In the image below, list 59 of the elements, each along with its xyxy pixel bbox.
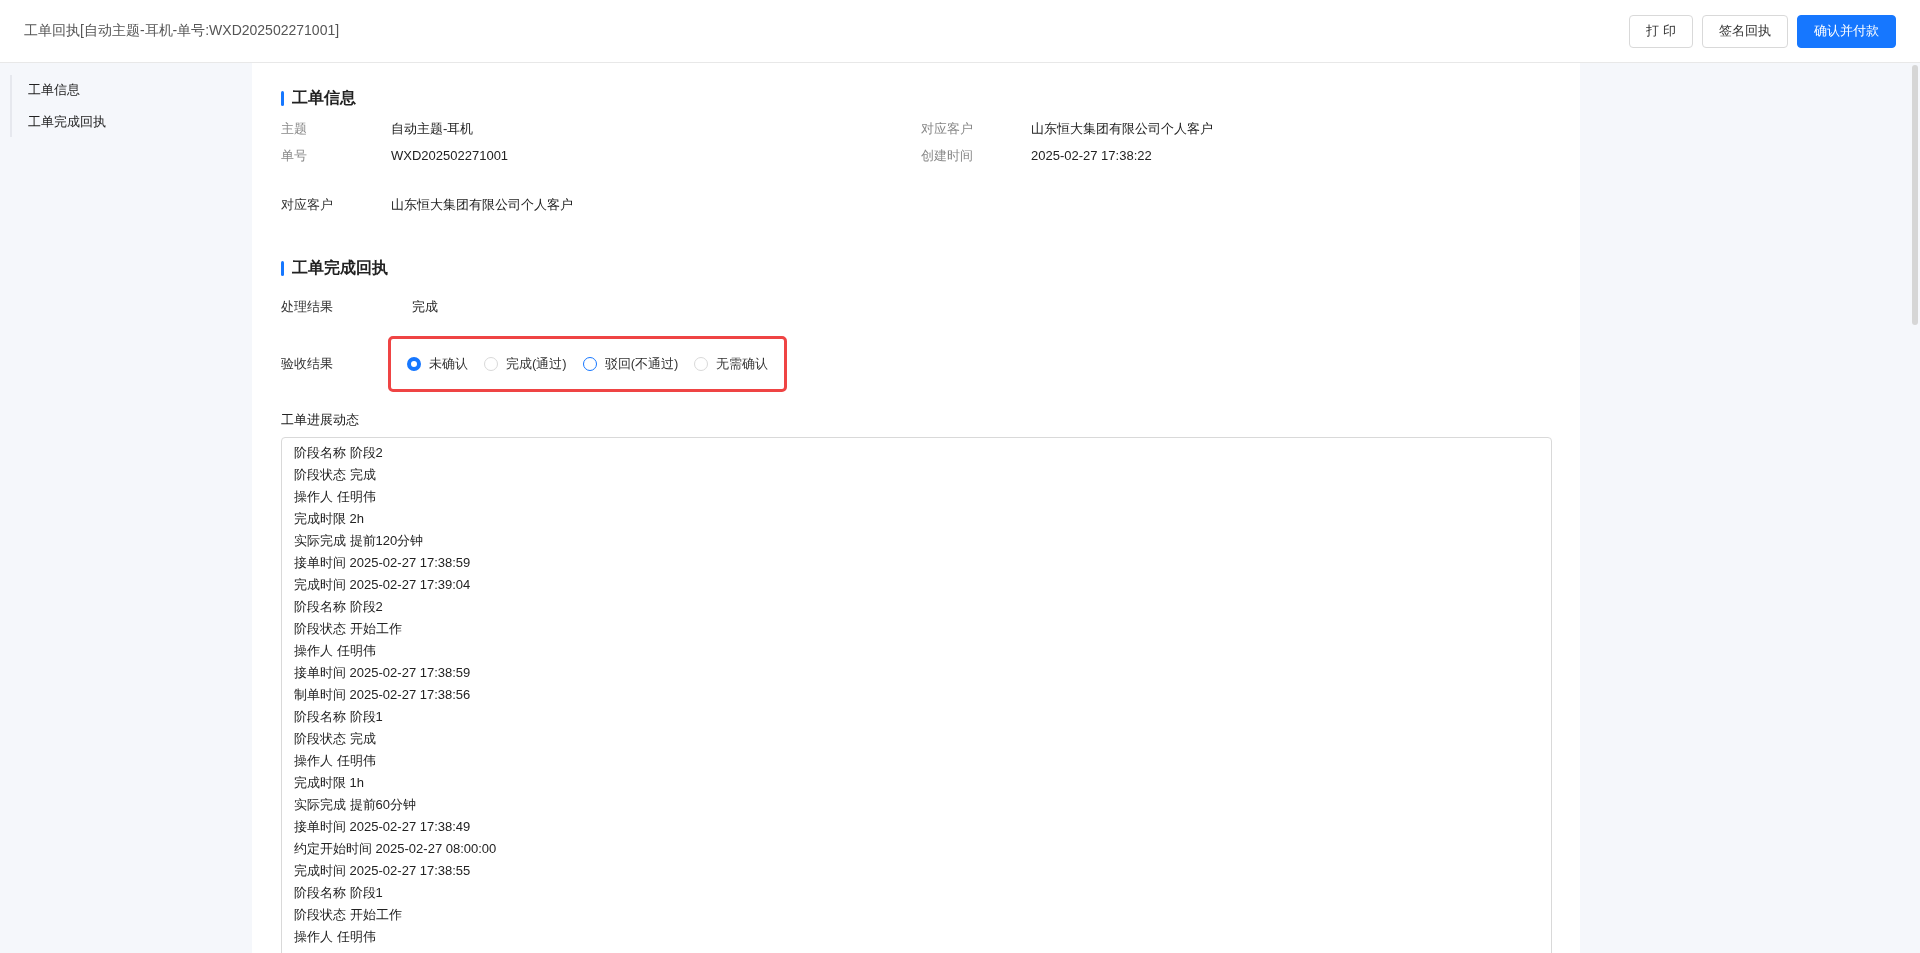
field-label: 创建时间 (921, 147, 974, 165)
field-label: 处理结果 (281, 298, 334, 316)
log-line: 约定开始时间 2025-02-27 08:00:00 (294, 840, 498, 858)
field-value: 山东恒大集团有限公司个人客户 (391, 196, 573, 214)
radio-icon[interactable] (582, 357, 597, 371)
action-button[interactable]: 签名回执 (1702, 14, 1788, 48)
log-line: 实际完成 提前120分钟 (294, 532, 425, 550)
log-line: 实际完成 提前60分钟 (294, 796, 418, 814)
field-value: 完成 (412, 298, 438, 316)
field-label: 验收结果 (281, 355, 334, 373)
log-line: 操作人 任明伟 (294, 928, 377, 946)
field-label: 对应客户 (281, 196, 334, 214)
log-line: 接单时间 2025-02-27 17:38:59 (294, 664, 472, 682)
field-label: 主题 (281, 120, 308, 138)
scrollbar[interactable] (1912, 65, 1918, 325)
radio-option[interactable]: 完成(通过) (484, 355, 567, 373)
log-line: 操作人 任明伟 (294, 488, 377, 506)
section-marker (281, 90, 284, 106)
section-title: 工单完成回执 (281, 256, 1552, 280)
sidebar-link[interactable]: 工单信息 (28, 79, 252, 101)
progress-log-field[interactable] (281, 437, 1552, 953)
field-value: 2025-02-27 17:38:22 (1031, 147, 1153, 165)
log-line: 阶段名称 阶段1 (294, 708, 384, 726)
log-line: 接单时间 2025-02-27 17:38:59 (294, 554, 472, 572)
radio-label: 驳回(不通过) (604, 355, 679, 373)
log-line: 阶段名称 阶段2 (294, 598, 384, 616)
field-value: 自动主题-耳机 (391, 120, 475, 138)
log-line: 阶段名称 阶段2 (294, 444, 384, 462)
log-line: 完成时间 2025-02-27 17:38:55 (294, 862, 472, 880)
radio-label: 完成(通过) (506, 355, 567, 373)
log-line: 操作人 任明伟 (294, 752, 377, 770)
action-button[interactable]: 打 印 (1629, 14, 1693, 48)
radio-option[interactable]: 未确认 (407, 355, 468, 373)
section-title: 工单信息 (281, 86, 1552, 110)
confirm-pay-button[interactable]: 确认并付款 (1797, 14, 1896, 48)
sidebar-link[interactable]: 工单完成回执 (28, 111, 252, 133)
field-label: 工单进展动态 (281, 411, 359, 429)
field-label: 对应客户 (921, 120, 974, 138)
log-line: 操作人 任明伟 (294, 642, 377, 660)
radio-label: 无需确认 (716, 355, 769, 373)
radio-option[interactable]: 驳回(不通过) (582, 355, 679, 373)
log-line: 制单时间 2025-02-27 17:38:56 (294, 686, 472, 704)
log-line: 完成时间 2025-02-27 17:39:04 (294, 576, 472, 594)
log-line: 阶段状态 开始工作 (294, 906, 403, 924)
log-line: 阶段状态 完成 (294, 730, 377, 748)
radio-option[interactable]: 无需确认 (694, 355, 769, 373)
log-line: 完成时限 2h (294, 510, 366, 528)
section-marker (281, 260, 284, 276)
log-line: 完成时限 1h (294, 774, 366, 792)
log-line: 阶段状态 开始工作 (294, 620, 403, 638)
field-label: 单号 (281, 147, 308, 165)
log-line: 阶段状态 完成 (294, 466, 377, 484)
log-line: 接单时间 2025-02-27 17:38:49 (294, 818, 472, 836)
log-line: 阶段名称 阶段1 (294, 884, 384, 902)
field-value: WXD202502271001 (391, 147, 510, 165)
field-value: 山东恒大集团有限公司个人客户 (1031, 120, 1214, 138)
radio-label: 未确认 (429, 355, 468, 373)
radio-icon[interactable] (407, 357, 421, 371)
page-title: 工单回执[自动主题-耳机-单号:WXD202502271001] (24, 22, 340, 40)
